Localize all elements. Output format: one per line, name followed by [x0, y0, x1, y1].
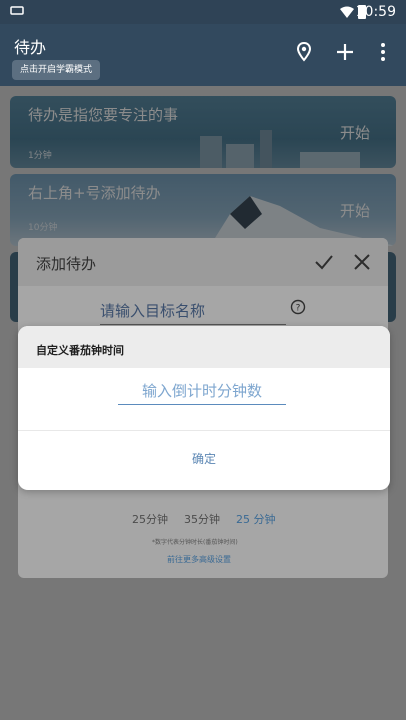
- preset-25-selected[interactable]: 25 分钟: [236, 511, 276, 527]
- preset-25[interactable]: 25分钟: [132, 511, 168, 527]
- status-bar: 10:59: [0, 0, 406, 24]
- minutes-input[interactable]: 输入倒计时分钟数: [118, 380, 286, 405]
- add-todo-title: 添加待办: [36, 255, 97, 273]
- custom-timer-dialog: 自定义番茄钟时间 输入倒计时分钟数 确定: [18, 326, 390, 490]
- minutes-placeholder: 输入倒计时分钟数: [141, 382, 262, 400]
- preset-note: *数字代表分钟时长(番茄钟时间): [152, 539, 238, 546]
- svg-text:?: ?: [296, 304, 301, 314]
- advanced-settings-link[interactable]: 前往更多高级设置: [167, 554, 231, 565]
- location-icon[interactable]: [292, 40, 316, 64]
- wifi-icon: [340, 6, 354, 18]
- todo-name-placeholder: 请输入目标名称: [100, 302, 206, 320]
- plus-icon[interactable]: [333, 40, 357, 64]
- divider: [18, 430, 390, 431]
- notification-icon: [10, 6, 24, 15]
- todo-name-input[interactable]: 请输入目标名称: [100, 300, 286, 325]
- status-time: 10:59: [355, 4, 396, 20]
- close-icon[interactable]: [350, 250, 374, 274]
- preset-35[interactable]: 35分钟: [184, 511, 220, 527]
- study-mode-chip[interactable]: 点击开启学霸模式: [12, 60, 101, 80]
- check-icon[interactable]: [312, 250, 336, 274]
- page-title: 待办: [14, 38, 47, 57]
- help-icon[interactable]: ?: [290, 299, 306, 315]
- more-vert-icon[interactable]: [371, 40, 395, 64]
- dialog-title: 自定义番茄钟时间: [36, 344, 124, 357]
- confirm-button[interactable]: 确定: [18, 450, 390, 467]
